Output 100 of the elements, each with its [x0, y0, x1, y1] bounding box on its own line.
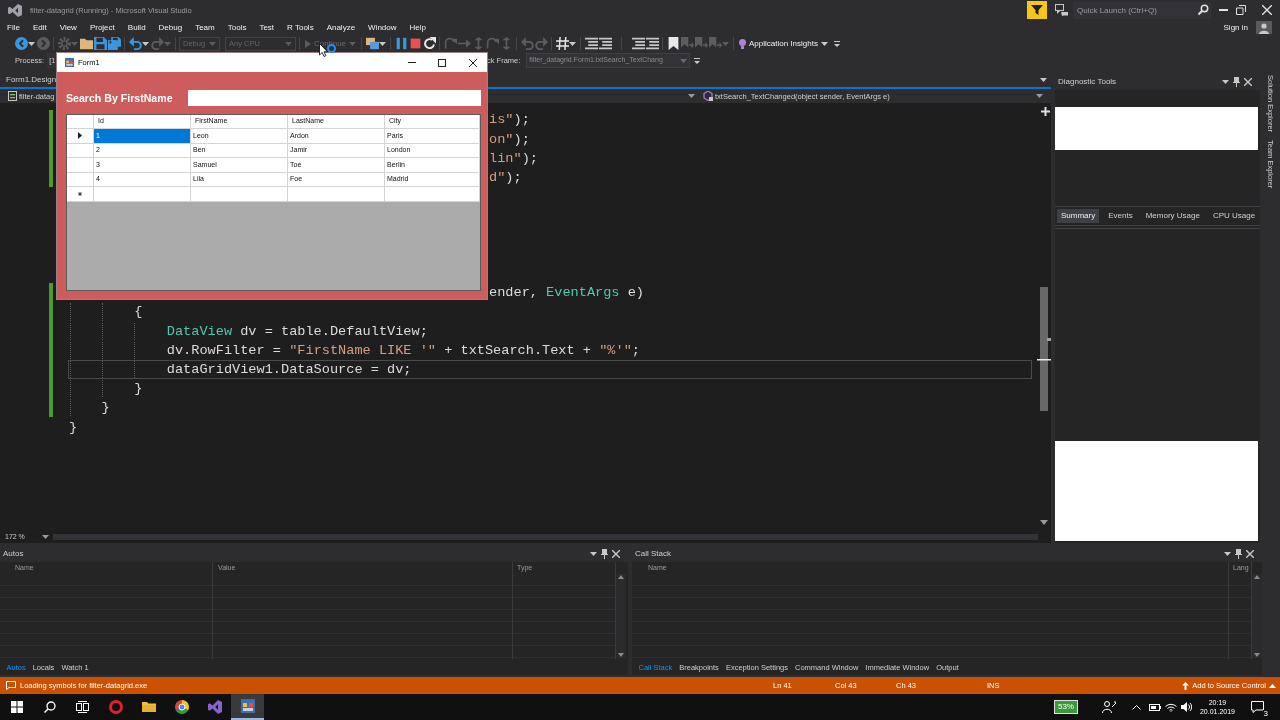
sign-in-link[interactable]: Sign in: [1223, 22, 1248, 33]
pin-icon[interactable]: [601, 548, 608, 559]
panel-title: Call Stack: [635, 548, 671, 559]
method-icon: [703, 91, 713, 101]
code-line: dv.RowFilter = "FirstName LIKE '" + txtSearch.Text + "%'";: [166, 341, 640, 360]
menu-item[interactable]: Debug: [152, 22, 189, 33]
window-app-icon: [65, 58, 74, 67]
horizontal-scrollbar[interactable]: [53, 534, 1038, 540]
panel-title: Diagnostic Tools: [1058, 76, 1117, 87]
row-header[interactable]: [67, 129, 94, 144]
table-cell[interactable]: [385, 187, 480, 202]
bulb-icon: [739, 38, 747, 49]
caret-icon[interactable]: [1222, 79, 1229, 84]
notification-count: 3: [1262, 710, 1269, 718]
table-cell[interactable]: [94, 187, 191, 202]
menu-item[interactable]: Build: [121, 22, 153, 33]
caret-icon[interactable]: [1036, 94, 1043, 98]
menu-item[interactable]: Tools: [221, 22, 253, 33]
menu-item[interactable]: Test: [252, 22, 281, 33]
battery-icon[interactable]: [1148, 703, 1161, 711]
text-lines-icon[interactable]: [645, 37, 659, 50]
text-lines-icon[interactable]: [631, 37, 645, 50]
infinity-logo-icon: [8, 3, 22, 17]
code-line: }: [101, 399, 110, 418]
caret-icon[interactable]: [590, 551, 597, 556]
caret-icon[interactable]: [1040, 78, 1047, 82]
user-icon[interactable]: [1256, 21, 1272, 34]
people-icon[interactable]: [1101, 701, 1116, 713]
insights-button[interactable]: Application Insights: [737, 38, 830, 49]
caret-icon: [285, 41, 292, 46]
caret-icon: [209, 41, 216, 46]
quick-launch-field[interactable]: Quick Launch (Ctrl+Q): [1073, 1, 1195, 19]
caret-icon[interactable]: [1224, 551, 1231, 556]
caret-up-icon[interactable]: [1269, 683, 1276, 688]
code-line: dataGridView1.DataSource = dv;: [166, 361, 412, 379]
search-icon[interactable]: [1195, 1, 1211, 19]
feedback-icon[interactable]: [1055, 4, 1068, 16]
row-header: [67, 115, 94, 129]
search-icon[interactable]: [43, 701, 56, 713]
text-lines-icon[interactable]: [584, 37, 598, 50]
overflow-icon[interactable]: [833, 40, 840, 47]
pause-icon[interactable]: [394, 37, 408, 50]
wifi-icon[interactable]: [1164, 702, 1177, 712]
circular-arrow-icon[interactable]: [422, 37, 436, 50]
folder-icon[interactable]: [79, 37, 93, 50]
menu-item[interactable]: Window: [361, 22, 404, 33]
search-field[interactable]: [188, 90, 481, 106]
stacked-windows-icon[interactable]: [365, 37, 379, 50]
code-line: ender, EventArgs e): [489, 284, 644, 303]
vertical-scrollbar[interactable]: [616, 574, 626, 658]
caret-icon: [349, 41, 357, 46]
battery-meter: 53%: [1053, 700, 1078, 714]
menu-item[interactable]: Analyze: [320, 22, 362, 33]
panel-tab[interactable]: CPU Usage: [1208, 209, 1260, 223]
restore-icon[interactable]: [1236, 5, 1246, 15]
undo-arrow-icon[interactable]: [128, 37, 142, 50]
text-lines-icon[interactable]: [598, 37, 612, 50]
stop-icon[interactable]: [408, 37, 422, 50]
maximize-icon[interactable]: [438, 58, 446, 67]
panel-tab[interactable]: Events: [1104, 209, 1137, 223]
panel-tab[interactable]: Memory Usage: [1141, 209, 1204, 223]
caret-icon[interactable]: [28, 41, 35, 46]
menu-item[interactable]: View: [53, 22, 84, 33]
split-icon[interactable]: [1041, 107, 1050, 116]
table-cell[interactable]: [191, 187, 288, 202]
volume-icon[interactable]: [1180, 702, 1192, 712]
windows-logo-icon[interactable]: [10, 701, 23, 713]
menu-item[interactable]: Help: [403, 22, 433, 33]
bookmark-icon[interactable]: [666, 37, 680, 50]
pin-icon[interactable]: [1235, 548, 1242, 559]
folder-icon: [141, 700, 156, 714]
caret-icon[interactable]: [569, 41, 577, 46]
overflow-icon[interactable]: [694, 57, 701, 64]
caret-icon[interactable]: [379, 41, 387, 46]
document-tab[interactable]: Form1.Design: [0, 75, 57, 85]
chevron-up-icon[interactable]: [1131, 704, 1141, 710]
menu-item[interactable]: File: [0, 22, 27, 33]
notification-icon[interactable]: [1251, 701, 1264, 713]
close-icon[interactable]: [469, 58, 477, 67]
asterisk-icon: [78, 192, 82, 197]
code-line: {: [134, 303, 143, 322]
menu-item[interactable]: Project: [83, 22, 122, 33]
pin-icon[interactable]: [1233, 76, 1240, 87]
infinity-icon: [207, 700, 222, 714]
taskbar-app-button[interactable]: [231, 694, 264, 720]
panel-tab[interactable]: Summary: [1057, 209, 1100, 223]
hash-icon[interactable]: [555, 37, 569, 50]
funnel-icon[interactable]: [1027, 1, 1047, 19]
caret-icon[interactable]: [142, 41, 149, 46]
menu-item[interactable]: Edit: [26, 22, 54, 33]
task-view-icon[interactable]: [76, 701, 89, 713]
code-line: }: [69, 418, 78, 437]
caret-icon[interactable]: [688, 94, 695, 98]
menu-item[interactable]: Team: [188, 22, 222, 33]
code-line: on");: [489, 130, 530, 149]
menu-item[interactable]: R Tools: [280, 22, 321, 33]
vertical-scrollbar[interactable]: [1252, 574, 1262, 658]
floppy-disks-icon[interactable]: [107, 37, 121, 50]
panel-title: Autos: [3, 548, 24, 559]
table-cell[interactable]: [288, 187, 385, 202]
